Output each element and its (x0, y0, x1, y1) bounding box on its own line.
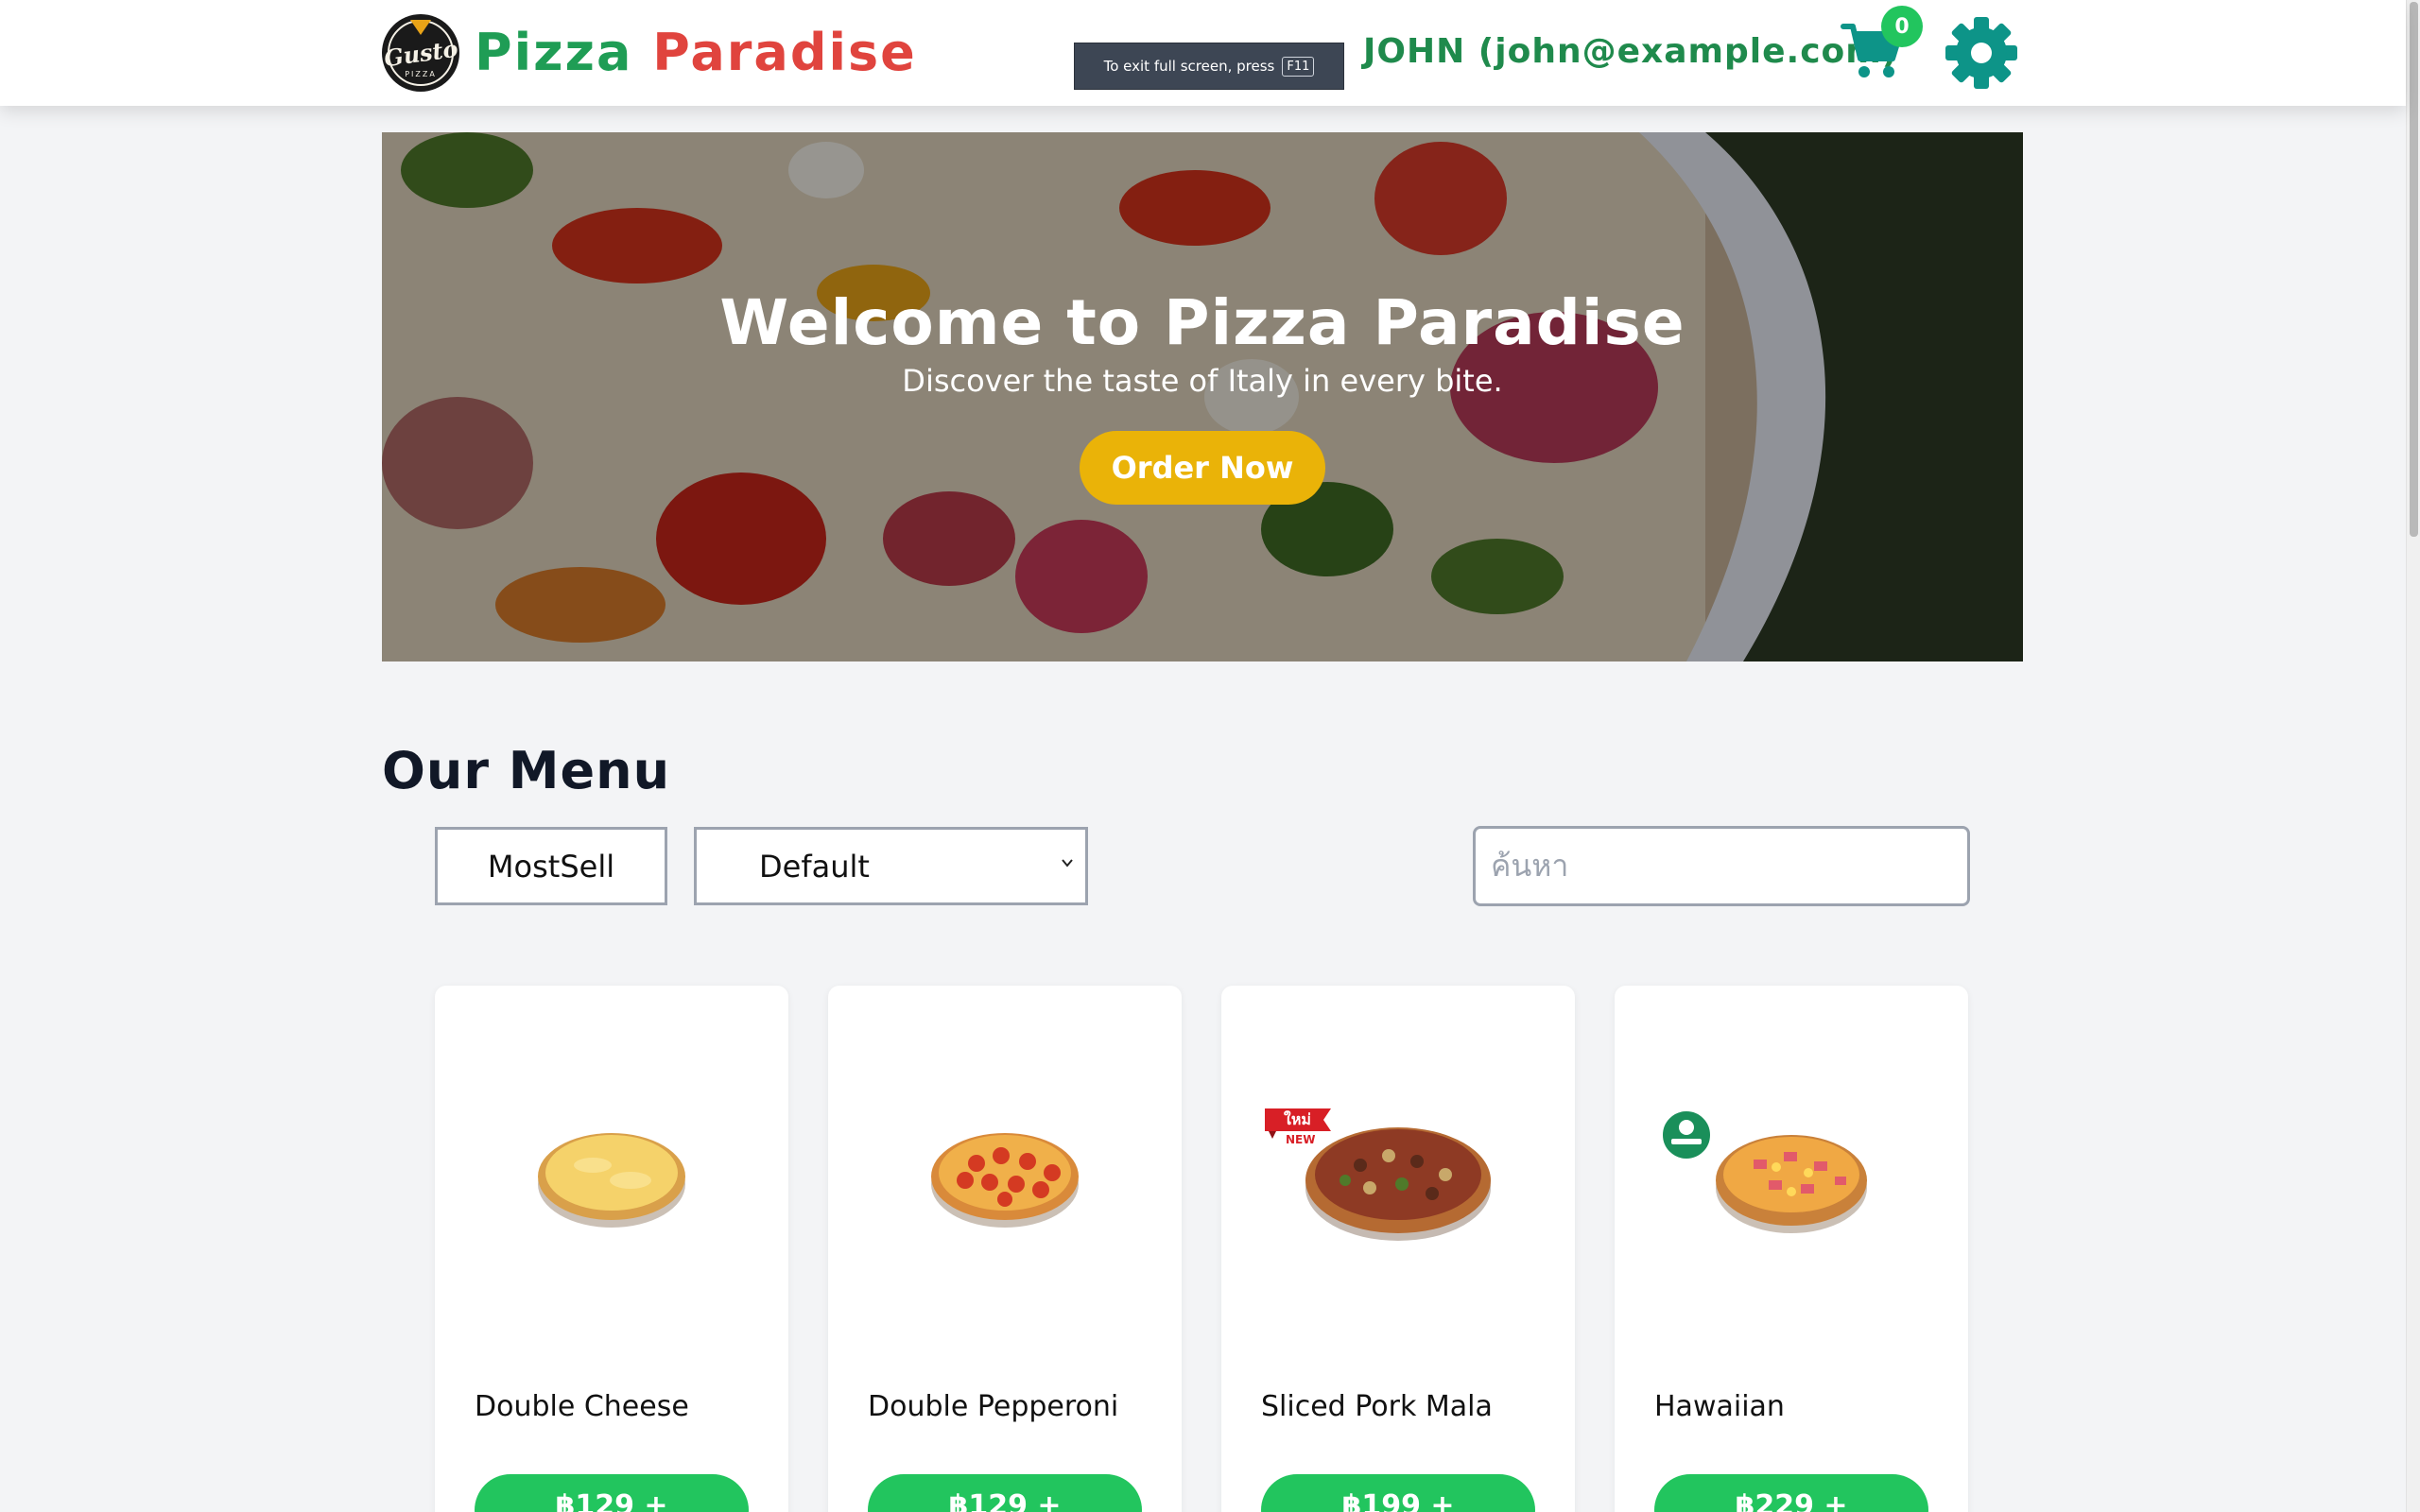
chevron-down-icon (1062, 859, 1073, 868)
menu-title: Our Menu (382, 741, 671, 800)
menu-item-card[interactable]: ใหม่ NEW Sliced Pork Mala ฿199 + (1221, 986, 1575, 1512)
menu-item-price-button[interactable]: ฿129 + (475, 1474, 749, 1512)
logo[interactable]: Gusto PIZZA (382, 14, 459, 92)
pizza-image (538, 1133, 685, 1228)
user-account-label[interactable]: JOHN (john@example.com) (1363, 32, 1898, 71)
scrollbar-thumb[interactable] (2410, 2, 2418, 537)
menu-item-price-button[interactable]: ฿229 + (1654, 1474, 1928, 1512)
menu-item-card[interactable]: Double Cheese ฿129 + (435, 986, 788, 1512)
sort-select[interactable]: Default (694, 827, 1088, 905)
mostsell-filter-button[interactable]: MostSell (435, 827, 667, 905)
hero-banner: Welcome to Pizza Paradise Discover the t… (382, 132, 2023, 662)
sort-select-value: Default (759, 848, 870, 885)
pizza-image (931, 1133, 1079, 1228)
menu-item-name: Double Pepperoni (868, 1390, 1119, 1423)
top-header: Gusto PIZZA Pizza Paradise To exit full … (0, 0, 2406, 106)
cart-count-badge: 0 (1881, 6, 1923, 47)
order-now-button[interactable]: Order Now (1080, 431, 1325, 505)
gear-icon[interactable] (1944, 15, 2019, 91)
menu-item-name: Hawaiian (1654, 1390, 1785, 1423)
hero-title: Welcome to Pizza Paradise (719, 286, 1685, 359)
menu-item-name: Sliced Pork Mala (1261, 1390, 1493, 1423)
pizza-image (1305, 1127, 1491, 1241)
fullscreen-toast: To exit full screen, press F11 (1074, 43, 1344, 90)
search-input[interactable]: ค้นหา (1473, 826, 1970, 906)
fullscreen-key: F11 (1282, 56, 1315, 77)
brand-title[interactable]: Pizza Paradise (475, 23, 917, 82)
pizza-image (1716, 1135, 1867, 1233)
logo-subtext: PIZZA (405, 70, 437, 78)
brand-word-paradise: Paradise (652, 23, 917, 82)
menu-item-card[interactable]: Double Pepperoni ฿129 + (828, 986, 1182, 1512)
hero-subtitle: Discover the taste of Italy in every bit… (902, 363, 1503, 399)
page-scrollbar[interactable] (2406, 0, 2420, 1512)
menu-item-price-button[interactable]: ฿199 + (1261, 1474, 1535, 1512)
pizza-slice-icon (410, 20, 431, 35)
menu-item-name: Double Cheese (475, 1390, 689, 1423)
menu-item-card[interactable]: Hawaiian ฿229 + (1615, 986, 1968, 1512)
brand-word-pizza: Pizza (475, 23, 633, 82)
menu-item-price-button[interactable]: ฿129 + (868, 1474, 1142, 1512)
fullscreen-toast-text: To exit full screen, press (1103, 58, 1275, 75)
